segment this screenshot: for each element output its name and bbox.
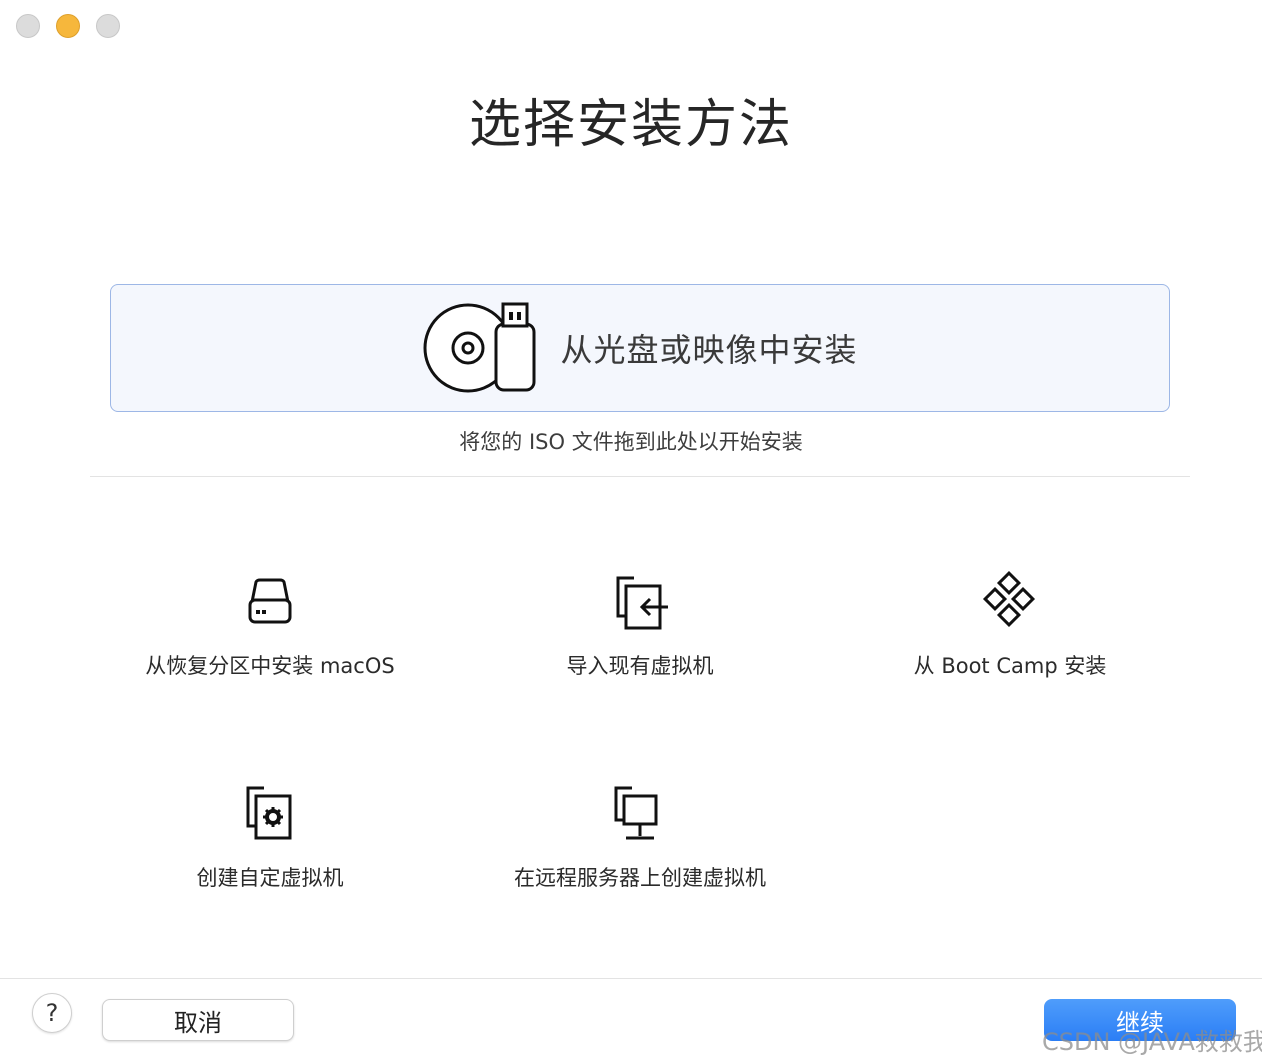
watermark: CSDN @JAVA救救我	[1042, 1028, 1262, 1056]
close-window-button[interactable]	[16, 14, 40, 38]
import-vm-icon	[616, 576, 668, 630]
custom-vm-gear-icon	[246, 786, 292, 840]
option-label: 从恢复分区中安装 macOS	[145, 654, 395, 678]
option-label: 导入现有虚拟机	[566, 654, 714, 678]
drop-zone-label: 从光盘或映像中安装	[560, 331, 858, 369]
option-label: 从 Boot Camp 安装	[913, 654, 1107, 678]
install-from-bootcamp-option[interactable]: 从 Boot Camp 安装	[820, 570, 1200, 680]
window-controls	[16, 14, 120, 38]
drop-hint: 将您的 ISO 文件拖到此处以开始安装	[459, 430, 803, 454]
minimize-window-button[interactable]	[56, 14, 80, 38]
zoom-window-button[interactable]	[96, 14, 120, 38]
remote-server-icon	[614, 786, 658, 840]
bootcamp-diamond-icon	[982, 570, 1036, 628]
section-divider	[90, 476, 1190, 477]
option-label: 在远程服务器上创建虚拟机	[514, 866, 766, 890]
hard-drive-icon	[248, 578, 292, 624]
footer-divider	[0, 978, 1262, 979]
disc-usb-icon	[423, 302, 536, 393]
install-from-disc-image-option[interactable]: 从光盘或映像中安装	[110, 284, 1170, 412]
page-title: 选择安装方法	[468, 95, 793, 155]
cancel-button[interactable]: 取消	[102, 999, 294, 1041]
install-from-recovery-option[interactable]: 从恢复分区中安装 macOS	[80, 570, 460, 680]
create-custom-vm-option[interactable]: 创建自定虚拟机	[80, 782, 460, 892]
option-label: 创建自定虚拟机	[196, 866, 344, 890]
import-existing-vm-option[interactable]: 导入现有虚拟机	[450, 570, 830, 680]
help-button[interactable]: ?	[32, 993, 72, 1033]
create-vm-on-remote-server-option[interactable]: 在远程服务器上创建虚拟机	[450, 782, 830, 892]
installer-window: 选择安装方法 从光盘或映像中安装 将您的 ISO 文件拖到此处以开始安装 从恢复…	[0, 0, 1262, 1060]
